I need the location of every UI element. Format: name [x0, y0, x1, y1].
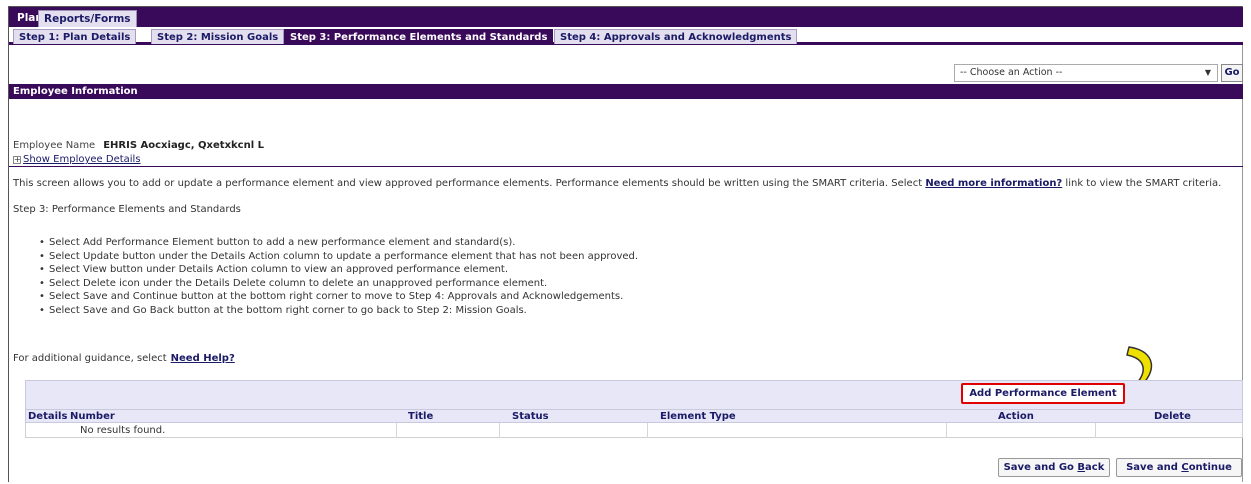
- intro-text: This screen allows you to add or update …: [13, 178, 1221, 189]
- instruction-item: Select Delete icon under the Details Del…: [39, 277, 638, 291]
- top-navigation: Plan Reports/Forms: [9, 7, 1243, 27]
- col-element-type: Element Type: [660, 411, 736, 422]
- table-row: No results found.: [25, 423, 1243, 438]
- tab-step-1[interactable]: Step 1: Plan Details: [13, 29, 137, 44]
- col-action: Action: [998, 411, 1034, 422]
- expand-plus-icon: +: [13, 155, 21, 164]
- continue-label-accel: C: [1181, 462, 1189, 473]
- action-row: -- Choose an Action -- ▼ Go: [9, 48, 1243, 82]
- instruction-item: Select Save and Continue button at the b…: [39, 290, 638, 304]
- tab-step-3[interactable]: Step 3: Performance Elements and Standar…: [284, 29, 554, 44]
- tab-step-2[interactable]: Step 2: Mission Goals: [151, 29, 285, 44]
- add-performance-element-button[interactable]: Add Performance Element: [961, 383, 1125, 404]
- instruction-item: Select Update button under the Details A…: [39, 250, 638, 264]
- table-header: Details Number Title Status Element Type…: [25, 410, 1243, 423]
- cell-separator: [946, 423, 947, 438]
- save-and-go-back-button[interactable]: Save and Go Back: [998, 458, 1110, 477]
- employee-name-label: Employee Name: [13, 140, 96, 151]
- cell-separator: [647, 423, 648, 438]
- need-more-info-link[interactable]: Need more information?: [925, 178, 1062, 189]
- col-number: Number: [70, 411, 115, 422]
- section-divider: [9, 166, 1243, 167]
- col-details: Details: [28, 411, 68, 422]
- back-label-prefix: Save and Go: [1003, 462, 1078, 473]
- dropdown-caret-icon: ▼: [1204, 68, 1211, 77]
- empty-message: No results found.: [80, 425, 166, 436]
- continue-label-prefix: Save and: [1126, 462, 1182, 473]
- instructions-list: Select Add Performance Element button to…: [39, 236, 638, 317]
- choose-action-select[interactable]: -- Choose an Action -- ▼: [954, 64, 1218, 82]
- need-help-link[interactable]: Need Help?: [171, 353, 235, 364]
- step-tabs: Step 1: Plan Details Step 2: Mission Goa…: [9, 27, 1243, 45]
- show-employee-details-link[interactable]: + Show Employee Details: [13, 154, 141, 165]
- save-and-continue-button[interactable]: Save and Continue: [1116, 458, 1242, 477]
- instruction-item: Select View button under Details Action …: [39, 263, 638, 277]
- intro-text-after: link to view the SMART criteria.: [1062, 178, 1222, 189]
- employee-info-header: Employee Information: [9, 84, 1243, 99]
- col-title: Title: [408, 411, 434, 422]
- tab-reports-forms[interactable]: Reports/Forms: [38, 10, 137, 27]
- guidance-text: For additional guidance, select Need Help…: [13, 353, 235, 364]
- choose-action-value: -- Choose an Action --: [960, 67, 1063, 78]
- col-status: Status: [512, 411, 549, 422]
- instruction-item: Select Save and Go Back button at the bo…: [39, 304, 638, 318]
- go-button[interactable]: Go: [1221, 64, 1243, 82]
- employee-name-value: EHRIS Aocxiagc, Qxetxkcnl L: [103, 140, 264, 151]
- instruction-item: Select Add Performance Element button to…: [39, 236, 638, 250]
- cell-separator: [1095, 423, 1096, 438]
- cell-separator: [396, 423, 397, 438]
- back-label-accel: B: [1077, 462, 1086, 473]
- col-delete: Delete: [1154, 411, 1191, 422]
- guidance-label: For additional guidance, select: [13, 353, 167, 364]
- cell-separator: [499, 423, 500, 438]
- step-heading: Step 3: Performance Elements and Standar…: [13, 204, 241, 215]
- tab-step-4[interactable]: Step 4: Approvals and Acknowledgments: [554, 29, 798, 44]
- app-frame: Plan Reports/Forms Step 1: Plan Details …: [8, 6, 1243, 482]
- intro-text-before: This screen allows you to add or update …: [13, 178, 926, 189]
- employee-name-row: Employee Name EHRIS Aocxiagc, Qxetxkcnl L: [13, 140, 264, 151]
- back-label-suffix: ack: [1085, 462, 1105, 473]
- show-employee-details-label: Show Employee Details: [23, 154, 141, 165]
- continue-label-suffix: ontinue: [1188, 462, 1232, 473]
